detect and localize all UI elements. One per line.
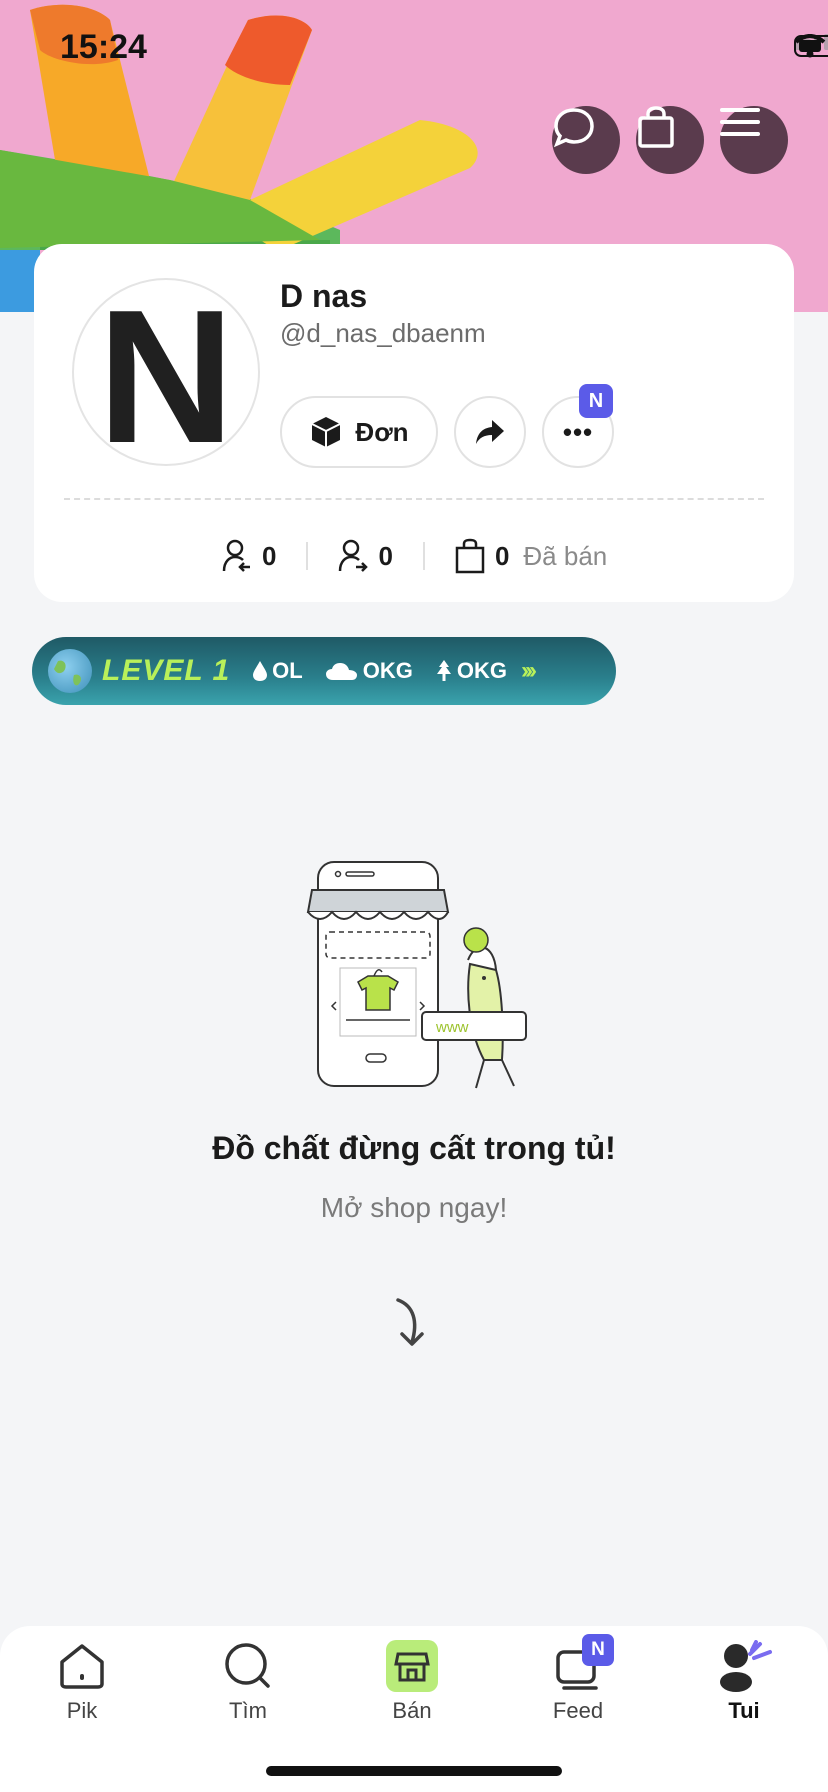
cloud-value: OKG (362, 658, 413, 683)
menu-button[interactable] (720, 106, 788, 174)
more-badge: N (579, 384, 613, 418)
cloud-metric: OKG (325, 658, 413, 684)
following-stat[interactable]: 0 (338, 539, 393, 573)
shop-icon (386, 1640, 438, 1692)
shop-illustration: www (306, 861, 527, 1089)
orders-label: Đơn (355, 416, 409, 447)
nav-tim[interactable]: Tìm (188, 1640, 308, 1724)
home-indicator (266, 1766, 562, 1776)
www-sign-text: www (435, 1019, 469, 1036)
more-dots-icon: ••• (562, 416, 594, 447)
empty-state-title: Đồ chất đừng cất trong tủ! (212, 1130, 616, 1166)
home-icon (60, 1644, 104, 1689)
orders-button[interactable]: Đơn (280, 396, 438, 468)
empty-state-subtitle: Mở shop ngay! (320, 1192, 508, 1223)
nav-label: Feed (552, 1698, 604, 1723)
feed-badge: N (582, 1634, 614, 1666)
search-icon (225, 1643, 270, 1688)
sold-label: Đã bán (523, 540, 608, 571)
avatar[interactable]: N (72, 278, 260, 466)
nav-label: Tìm (229, 1698, 267, 1723)
chat-button[interactable] (552, 106, 620, 174)
nav-label: Tui (728, 1698, 760, 1723)
level-bar[interactable]: LEVEL 1 OL OKG OKG ››› (32, 637, 616, 705)
followers-count: 0 (262, 540, 277, 571)
nav-label: Bán (392, 1698, 432, 1723)
divider (64, 498, 764, 500)
tree-metric: OKG (435, 658, 507, 684)
stats-separator (306, 542, 309, 570)
water-metric: OL (252, 658, 303, 684)
box-icon (311, 417, 341, 447)
water-value: OL (272, 658, 303, 683)
tree-icon (436, 660, 451, 681)
share-button[interactable] (454, 396, 526, 468)
nav-feed[interactable]: N Feed (518, 1634, 638, 1724)
nav-tui[interactable]: Tui (684, 1640, 804, 1724)
curved-arrow-down-icon (396, 1298, 424, 1346)
level-label: LEVEL 1 (102, 654, 231, 687)
profile-icon (720, 1640, 772, 1692)
share-arrow-icon (476, 420, 504, 444)
bag-button[interactable] (636, 106, 704, 174)
avatar-letter: N (97, 278, 235, 466)
battery-icon (794, 35, 828, 57)
water-drop-icon (253, 661, 268, 681)
profile-name: D nas (280, 278, 368, 314)
hamburger-menu-icon (720, 108, 760, 136)
followers-stat[interactable]: 0 (222, 539, 276, 573)
following-count: 0 (378, 540, 393, 571)
globe-icon (48, 649, 92, 693)
nav-ban[interactable]: Bán (352, 1640, 472, 1724)
cloud-icon (325, 663, 357, 680)
profile-card: N D nas @d_nas_dbaenm Đơn ••• N 0 0 0 Đã… (34, 244, 794, 602)
follower-icon (222, 539, 250, 572)
stats-separator (422, 542, 425, 570)
profile-handle: @d_nas_dbaenm (280, 318, 486, 348)
sold-count: 0 (494, 540, 510, 571)
chevrons-right-icon: ››› (520, 657, 537, 684)
following-icon (339, 539, 369, 572)
nav-label: Pik (66, 1698, 98, 1723)
nav-pik[interactable]: Pik (22, 1640, 142, 1724)
status-time: 15:24 (60, 28, 147, 66)
bag-outline-icon (455, 538, 485, 574)
sold-stat[interactable]: 0 Đã bán (455, 538, 607, 574)
tree-value: OKG (456, 658, 507, 683)
stats-row: 0 0 0 Đã bán (222, 538, 607, 574)
chat-bubble-icon (553, 108, 594, 148)
shopping-bag-icon (638, 106, 674, 148)
